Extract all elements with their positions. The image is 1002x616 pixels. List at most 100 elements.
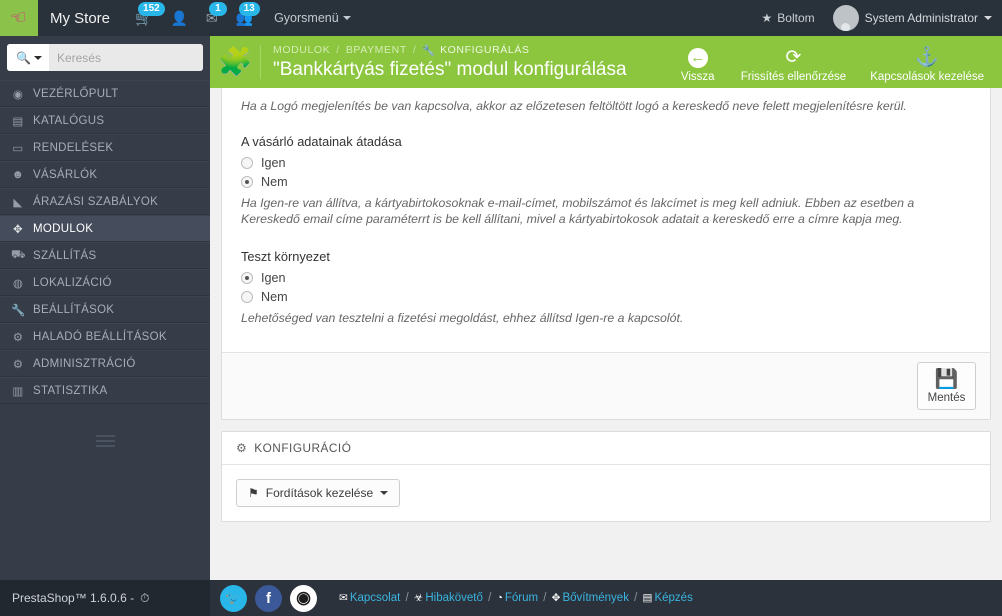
save-button-label: Mentés	[927, 392, 966, 404]
puzzle-icon: ✥	[551, 591, 561, 604]
logo-help-text: Ha a Logó megjelenítés be van kapcsolva,…	[241, 99, 907, 113]
sidebar-item-katal-gus[interactable]: ▤ KATALÓGUS	[0, 107, 210, 134]
clock-icon: ⏱	[140, 590, 150, 605]
test-env-help: Lehetőséged van tesztelni a fizetési meg…	[241, 311, 684, 325]
search-box[interactable]: 🔍	[7, 44, 203, 71]
hand-pointer-icon: ☜	[8, 6, 30, 30]
header-right-group: ★ Boltom System Administrator	[754, 5, 1002, 31]
floppy-save-icon: 💾	[934, 369, 959, 390]
person-icon: 👤	[170, 10, 188, 26]
gears-icon: ⚙	[236, 441, 248, 455]
quickmenu-dropdown[interactable]: Gyorsmenü	[274, 11, 351, 25]
collapse-handle-icon	[95, 435, 115, 447]
header-mail-button[interactable]: ✉ 1	[197, 0, 227, 36]
radio-label: Nem	[261, 175, 288, 189]
footer-link-f-rum[interactable]: Fórum	[505, 592, 538, 604]
breadcrumb-modules[interactable]: MODULOK	[273, 44, 330, 56]
footer-link-k-pz-s[interactable]: Képzés	[654, 592, 692, 604]
sidebar-item-statisztika[interactable]: ▥ STATISZTIKA	[0, 377, 210, 404]
module-settings-panel: Ha a Logó megjelenítés be van kapcsolva,…	[221, 88, 991, 420]
sidebar-item-modulok[interactable]: ✥ MODULOK	[0, 215, 210, 242]
toolbar-button-friss-t-s-ellen-rz-se[interactable]: ⟳ Frissítés ellenőrzése	[729, 48, 858, 88]
github-icon[interactable]: ◉	[290, 584, 317, 612]
search-scope-dropdown[interactable]: 🔍	[7, 44, 49, 71]
toolbar-button-vissza[interactable]: ← Vissza	[667, 48, 729, 88]
sidebar-item-raz-si-szab-lyok[interactable]: ◣ ÁRAZÁSI SZABÁLYOK	[0, 188, 210, 215]
toolbar-button-kapcsol-sok-kezel-se[interactable]: ⚓ Kapcsolások kezelése	[858, 48, 996, 88]
chart-icon: ▥	[12, 385, 24, 398]
search-input[interactable]	[48, 44, 203, 71]
sidebar-item-label: RENDELÉSEK	[33, 141, 114, 154]
book-icon: ▤	[642, 591, 653, 604]
shop-logo[interactable]: ☜	[0, 0, 38, 36]
twitter-icon[interactable]: 🐦	[220, 584, 247, 612]
wrench-icon: 🔧	[422, 44, 437, 57]
sidebar-item-adminisztr-ci[interactable]: ⚙ ADMINISZTRÁCIÓ	[0, 350, 210, 377]
footer-separator: /	[540, 591, 550, 604]
breadcrumb-separator: /	[412, 44, 417, 56]
radio-label: Igen	[261, 156, 286, 170]
radio-button[interactable]	[241, 157, 253, 169]
footer-separator: /	[402, 591, 412, 604]
sidebar-item-be-ll-t-sok[interactable]: 🔧 BEÁLLÍTÁSOK	[0, 296, 210, 323]
footer-link-b-v-tm-nyek[interactable]: Bővítmények	[562, 592, 628, 604]
gear-icon: ⚙	[12, 358, 24, 371]
breadcrumb-separator: /	[336, 44, 340, 56]
radio-option-igen[interactable]: Igen	[241, 156, 971, 170]
user-menu[interactable]: System Administrator	[827, 5, 992, 31]
radio-option-igen[interactable]: Igen	[241, 271, 971, 285]
customer-data-label: A vásárló adatainak átadása	[241, 134, 402, 149]
radio-option-nem[interactable]: Nem	[241, 290, 971, 304]
toolbar-button-label: Vissza	[680, 71, 715, 83]
page-footer: 🐦 f ◉ ✉ Kapcsolat / ☣ Hibakövető / ◔ Fórum / …	[210, 580, 1002, 616]
sidebar-item-label: KATALÓGUS	[33, 114, 105, 127]
sidebar-item-sz-ll-t-s[interactable]: ⛟ SZÁLLÍTÁS	[0, 242, 210, 269]
sidebar-item-v-s-rl-k[interactable]: ☻ VÁSÁRLÓK	[0, 161, 210, 188]
puzzle-icon: 🧩	[217, 46, 253, 77]
manage-translations-button[interactable]: ⚑ Fordítások kezelése	[236, 479, 401, 507]
chevron-down-icon	[984, 16, 992, 20]
anchor-icon: ⚓	[915, 47, 939, 68]
facebook-icon[interactable]: f	[255, 584, 282, 612]
gears-icon: ⚙	[12, 331, 24, 344]
store-name[interactable]: My Store	[50, 10, 110, 27]
radio-button[interactable]	[241, 272, 253, 284]
breadcrumb: MODULOK / BPAYMENT / 🔧 KONFIGURÁLÁS	[273, 44, 627, 57]
radio-option-nem[interactable]: Nem	[241, 175, 971, 189]
configuration-panel: ⚙ KONFIGURÁCIÓ ⚑ Fordítások kezelése	[221, 431, 991, 522]
sidebar-item-halad-be-ll-t-sok[interactable]: ⚙ HALADÓ BEÁLLÍTÁSOK	[0, 323, 210, 350]
radio-button[interactable]	[241, 291, 253, 303]
sidebar-item-label: VEZÉRLŐPULT	[33, 87, 119, 100]
footer-link-hibak-vet-[interactable]: Hibakövető	[425, 592, 483, 604]
sidebar: 🔍 ◉ VEZÉRLŐPULT ▤ KATALÓGUS ▭ RENDELÉSEK ☻ VÁSÁ…	[0, 36, 210, 616]
version-label: PrestaShop™ 1.6.0.6 -	[12, 591, 135, 605]
sidebar-nav: ◉ VEZÉRLŐPULT ▤ KATALÓGUS ▭ RENDELÉSEK ☻ VÁSÁRL…	[0, 80, 210, 404]
breadcrumb-bpayment[interactable]: BPAYMENT	[346, 44, 407, 56]
radio-button[interactable]	[241, 176, 253, 188]
breadcrumb-current: 🔧 KONFIGURÁLÁS	[422, 44, 529, 57]
my-shop-link[interactable]: ★ Boltom	[754, 11, 823, 25]
breadcrumb-current-label: KONFIGURÁLÁS	[440, 44, 530, 56]
sidebar-item-vez-rl-pult[interactable]: ◉ VEZÉRLŐPULT	[0, 80, 210, 107]
sidebar-item-label: ADMINISZTRÁCIÓ	[33, 357, 136, 370]
top-header-bar: ☜ My Store 🛒 152 👤 ✉ 1 👥 13 Gyorsmenü ★ …	[0, 0, 1002, 36]
header-cart-button[interactable]: 🛒 152	[126, 0, 165, 36]
refresh-icon: ⟳	[785, 47, 802, 68]
back-arrow-icon: ←	[687, 48, 708, 68]
footer-link-kapcsolat[interactable]: Kapcsolat	[350, 592, 401, 604]
catalog-icon: ▤	[12, 115, 24, 128]
quickmenu-label: Gyorsmenü	[274, 11, 339, 25]
price-rules-icon: ◣	[13, 196, 23, 209]
header-customers-button[interactable]: 👥 13	[227, 0, 262, 36]
dashboard-icon: ◉	[12, 88, 24, 101]
user-name: System Administrator	[864, 11, 978, 25]
sidebar-item-lokaliz-ci[interactable]: ◍ LOKALIZÁCIÓ	[0, 269, 210, 296]
header-person-button[interactable]: 👤	[161, 0, 196, 36]
sidebar-item-label: HALADÓ BEÁLLÍTÁSOK	[33, 330, 167, 343]
page-title: "Bankkártyás fizetés" modul konfigurálás…	[273, 58, 627, 80]
customers-badge: 13	[238, 2, 260, 16]
sidebar-item-rendel-sek[interactable]: ▭ RENDELÉSEK	[0, 134, 210, 161]
save-button[interactable]: 💾 Mentés	[917, 362, 976, 410]
sidebar-collapse-handle[interactable]	[0, 430, 210, 452]
sidebar-item-label: MODULOK	[33, 222, 94, 235]
